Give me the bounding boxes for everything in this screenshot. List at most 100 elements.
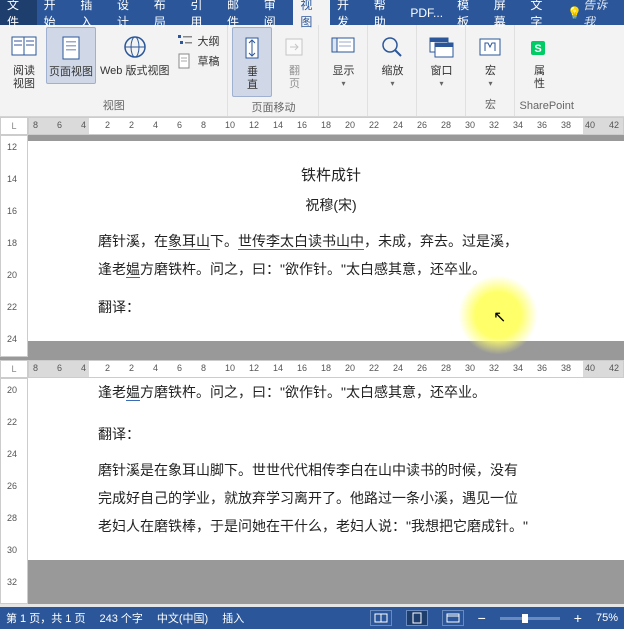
vertical-button[interactable]: 垂 直 <box>232 27 272 97</box>
doc-translation-line: 磨针溪是在象耳山脚下。世世代代相传李白在山中读书的时候，没有 <box>98 456 564 484</box>
group-views-label: 视图 <box>4 95 223 115</box>
document-pane-1: 12141618202224 铁杵成针 祝穆(宋) 磨针溪，在象耳山下。世传李太… <box>0 135 624 357</box>
status-words[interactable]: 243 个字 <box>99 610 142 626</box>
doc-title: 铁杵成针 <box>98 161 564 191</box>
flip-label: 翻 页 <box>289 65 300 91</box>
zoom-value[interactable]: 75% <box>596 612 618 624</box>
properties-button[interactable]: S 属 性 <box>519 27 559 95</box>
group-display-label <box>323 110 363 114</box>
menu-tell-me[interactable]: 告诉我 <box>576 0 624 25</box>
read-view-button[interactable]: 阅读 视图 <box>4 27 44 95</box>
menu-pdf[interactable]: PDF... <box>403 0 450 25</box>
doc-translation-line: 完成好自己的学业，就放弃学习离开了。他路过一条小溪，遇见一位 <box>98 484 564 512</box>
draft-label: 草稿 <box>197 53 219 69</box>
draft-icon <box>177 53 193 69</box>
window-icon <box>425 31 457 63</box>
group-window-label <box>421 110 461 114</box>
macro-button[interactable]: 宏 ▾ <box>470 27 510 92</box>
draft-button[interactable]: 草稿 <box>173 51 223 71</box>
menu-text[interactable]: 文字 <box>523 0 560 25</box>
chevron-down-icon: ▾ <box>390 79 394 88</box>
zoom-button[interactable]: 缩放 ▾ <box>372 27 412 92</box>
group-display: 显示 ▾ <box>319 25 368 116</box>
group-sharepoint-label: SharePoint <box>519 98 573 114</box>
menu-design[interactable]: 设计 <box>110 0 147 25</box>
page-surface-1[interactable]: 铁杵成针 祝穆(宋) 磨针溪，在象耳山下。世传李太白读书山中，未成，弃去。过是溪… <box>28 135 624 357</box>
status-bar: 第 1 页，共 1 页 243 个字 中文(中国) 插入 − + 75% <box>0 607 624 629</box>
vertical-ruler-1[interactable]: 12141618202224 <box>0 135 28 357</box>
ruler-row-1: L 86422468101214161820222426283032343638… <box>0 117 624 135</box>
zoom-out-button[interactable]: − <box>478 610 486 626</box>
display-button[interactable]: 显示 ▾ <box>323 27 363 92</box>
menu-template[interactable]: 模板 <box>450 0 487 25</box>
group-macro: 宏 ▾ 宏 <box>466 25 515 116</box>
status-mode[interactable]: 插入 <box>222 610 244 626</box>
menu-bulb-icon[interactable]: 💡 <box>560 0 576 25</box>
vertical-label: 垂 直 <box>247 66 258 92</box>
doc-author: 祝穆(宋) <box>98 191 564 219</box>
horizontal-ruler-1[interactable]: 8642246810121416182022242628303234363840… <box>28 117 624 135</box>
menu-file[interactable]: 文件 <box>0 0 37 25</box>
page-surface-2[interactable]: 逢老媪方磨铁杵。问之，曰："欲作针。"太白感其意，还卒业。 翻译： 磨针溪是在象… <box>28 378 624 604</box>
outline-icon <box>177 33 193 49</box>
view-mode-web-icon[interactable] <box>442 610 464 626</box>
read-view-icon <box>8 31 40 63</box>
menu-view[interactable]: 视图 <box>293 0 330 25</box>
group-window: 窗口 ▾ <box>417 25 466 116</box>
group-pagemove: 垂 直 翻 页 页面移动 <box>228 25 319 116</box>
zoom-label: 缩放 <box>381 65 403 78</box>
view-mode-read-icon[interactable] <box>370 610 392 626</box>
group-zoom: 缩放 ▾ <box>368 25 417 116</box>
vertical-icon <box>236 32 268 64</box>
doc-translation-label: 翻译： <box>98 420 564 448</box>
web-view-icon <box>119 31 151 63</box>
status-page[interactable]: 第 1 页，共 1 页 <box>6 610 85 626</box>
macro-icon <box>474 31 506 63</box>
menu-mail[interactable]: 邮件 <box>220 0 257 25</box>
menu-home[interactable]: 开始 <box>37 0 74 25</box>
outline-button[interactable]: 大纲 <box>173 31 223 51</box>
web-view-label: Web 版式视图 <box>100 65 169 78</box>
menu-insert[interactable]: 插入 <box>73 0 110 25</box>
page-1: 铁杵成针 祝穆(宋) 磨针溪，在象耳山下。世传李太白读书山中，未成，弃去。过是溪… <box>28 141 624 341</box>
menu-references[interactable]: 引用 <box>183 0 220 25</box>
zoom-icon <box>376 31 408 63</box>
view-mode-print-icon[interactable] <box>406 610 428 626</box>
menu-help[interactable]: 帮助 <box>367 0 404 25</box>
horizontal-ruler-2[interactable]: 8642246810121416182022242628303234363840… <box>28 360 624 378</box>
menu-layout[interactable]: 布局 <box>147 0 184 25</box>
outline-label: 大纲 <box>197 33 219 49</box>
menu-bar: 文件 开始 插入 设计 布局 引用 邮件 审阅 视图 开发 帮助 PDF... … <box>0 0 624 25</box>
doc-translation-line: 老妇人在磨铁棒，于是问她在干什么，老妇人说："我想把它磨成针。" <box>98 512 564 540</box>
menu-review[interactable]: 审阅 <box>257 0 294 25</box>
page-view-button[interactable]: 页面视图 <box>46 27 96 84</box>
ruler-corner: L <box>0 360 28 378</box>
group-zoom-label <box>372 110 412 114</box>
ruler-corner: L <box>0 117 28 135</box>
page-2: 逢老媪方磨铁杵。问之，曰："欲作针。"太白感其意，还卒业。 翻译： 磨针溪是在象… <box>28 378 624 560</box>
svg-text:S: S <box>535 43 542 55</box>
window-label: 窗口 <box>430 65 452 78</box>
window-button[interactable]: 窗口 ▾ <box>421 27 461 92</box>
doc-paragraph: 逢老媪方磨铁杵。问之，曰："欲作针。"太白感其意，还卒业。 <box>98 255 564 283</box>
doc-paragraph: 逢老媪方磨铁杵。问之，曰："欲作针。"太白感其意，还卒业。 <box>98 378 564 406</box>
vertical-ruler-2[interactable]: 20222426283032 <box>0 378 28 604</box>
menu-screen[interactable]: 屏幕 <box>487 0 524 25</box>
read-view-label: 阅读 视图 <box>13 65 35 91</box>
doc-translation-label: 翻译： <box>98 293 564 321</box>
ruler-row-2: L 86422468101214161820222426283032343638… <box>0 357 624 378</box>
web-view-button[interactable]: Web 版式视图 <box>98 27 171 82</box>
status-language[interactable]: 中文(中国) <box>157 610 208 626</box>
page-view-icon <box>55 32 87 64</box>
zoom-in-button[interactable]: + <box>574 610 582 626</box>
group-views: 阅读 视图 页面视图 Web 版式视图 大纲 草稿 视图 <box>0 25 228 116</box>
chevron-down-icon: ▾ <box>488 79 492 88</box>
doc-paragraph: 磨针溪，在象耳山下。世传李太白读书山中，未成，弃去。过是溪， <box>98 227 564 255</box>
display-label: 显示 <box>332 65 354 78</box>
zoom-slider[interactable] <box>500 617 560 620</box>
group-sharepoint: S 属 性 SharePoint <box>515 25 577 116</box>
sharepoint-icon: S <box>523 31 555 63</box>
flip-button[interactable]: 翻 页 <box>274 27 314 95</box>
macro-label: 宏 <box>485 65 496 78</box>
menu-dev[interactable]: 开发 <box>330 0 367 25</box>
